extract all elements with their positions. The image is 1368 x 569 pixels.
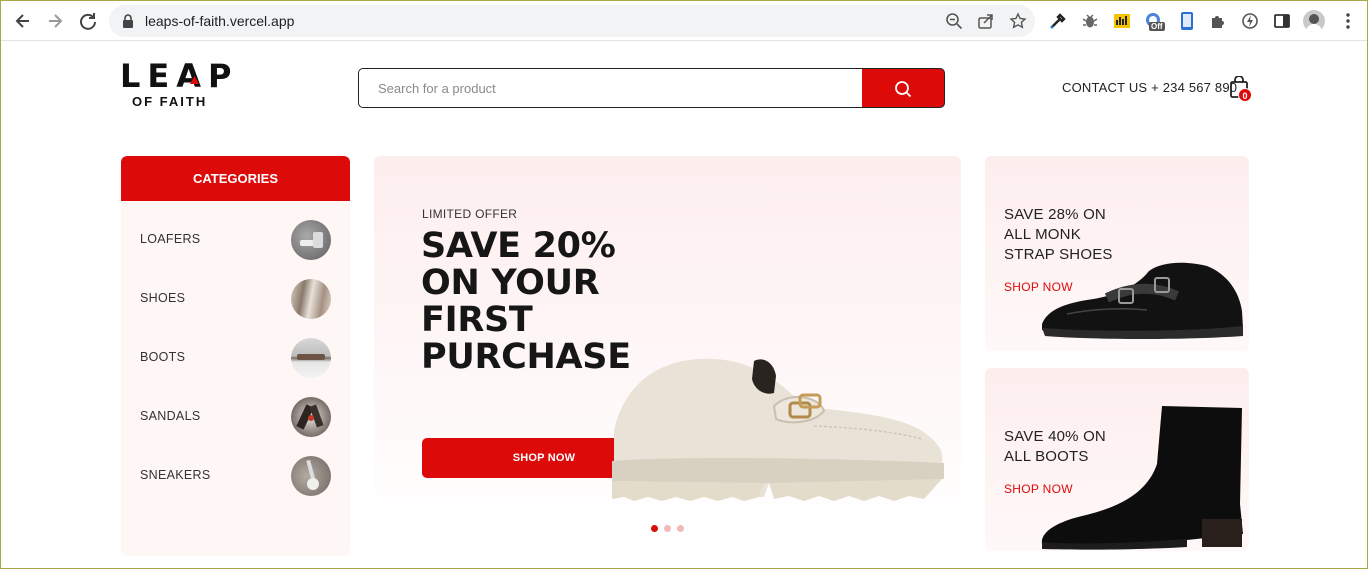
menu-icon[interactable] <box>1338 11 1358 31</box>
monk-strap-shoe-image <box>1042 262 1243 339</box>
promo-card-monk-strap[interactable]: SAVE 28% ON ALL MONK STRAP SHOES SHOP NO… <box>985 156 1249 351</box>
contact-info[interactable]: CONTACT US + 234 567 890 <box>1062 80 1237 95</box>
hero-banner: LIMITED OFFER SAVE 20% ON YOUR FIRST PUR… <box>374 156 961 541</box>
chart-icon[interactable] <box>1112 11 1132 31</box>
category-item-loafers[interactable]: LOAFERS <box>121 216 350 266</box>
browser-toolbar: leaps-of-faith.vercel.app Off <box>1 1 1367 41</box>
category-label: SNEAKERS <box>140 468 211 482</box>
promo-card-boots[interactable]: SAVE 40% ON ALL BOOTS SHOP NOW <box>985 368 1249 551</box>
cart-count-badge: 0 <box>1238 88 1252 102</box>
zoom-icon[interactable] <box>945 12 963 30</box>
category-item-sandals[interactable]: SANDALS <box>121 393 350 443</box>
carousel-dot-1[interactable] <box>651 525 658 532</box>
category-label: SANDALS <box>140 409 201 423</box>
back-icon[interactable] <box>13 11 33 31</box>
search-input[interactable] <box>358 68 864 108</box>
search-icon <box>895 81 912 98</box>
sidepanel-icon[interactable] <box>1272 11 1292 31</box>
ext-off-badge: Off <box>1149 22 1165 31</box>
logo-main: LEAP <box>120 57 239 95</box>
loafer-shoe-image <box>612 358 944 501</box>
category-thumbnail <box>291 397 331 437</box>
bolt-icon[interactable] <box>1240 11 1260 31</box>
ext-off-icon[interactable]: Off <box>1144 11 1165 31</box>
category-thumbnail <box>291 279 331 319</box>
category-thumbnail <box>291 338 331 378</box>
carousel-dot-2[interactable] <box>664 525 671 532</box>
categories-header: CATEGORIES <box>121 156 350 201</box>
category-label: SHOES <box>140 291 186 305</box>
search-button[interactable] <box>862 68 945 108</box>
category-thumbnail <box>291 220 331 260</box>
ext-phone-icon[interactable] <box>1177 11 1197 31</box>
eyedropper-icon[interactable] <box>1048 11 1068 31</box>
bug-icon[interactable] <box>1080 11 1100 31</box>
cart-button[interactable]: 0 <box>1229 76 1253 102</box>
black-boot-image <box>1041 406 1243 550</box>
puzzle-icon[interactable] <box>1208 11 1228 31</box>
logo-sub: OF FAITH <box>132 94 208 109</box>
reload-icon[interactable] <box>78 11 98 31</box>
search-bar <box>358 68 945 108</box>
lock-icon[interactable] <box>121 13 135 29</box>
category-thumbnail <box>291 456 331 496</box>
url-text[interactable]: leaps-of-faith.vercel.app <box>145 13 294 29</box>
hero-title: SAVE 20% ON YOUR FIRST PURCHASE <box>421 226 631 377</box>
avatar-icon[interactable] <box>1303 10 1325 32</box>
logo-triangle-icon <box>190 76 199 84</box>
forward-icon[interactable] <box>45 11 65 31</box>
address-bar[interactable]: leaps-of-faith.vercel.app <box>109 5 1035 37</box>
category-item-shoes[interactable]: SHOES <box>121 275 350 325</box>
category-item-sneakers[interactable]: SNEAKERS <box>121 452 350 502</box>
star-icon[interactable] <box>1009 12 1027 30</box>
categories-panel: CATEGORIES LOAFERS SHOES BOOTS SANDALS S… <box>121 156 350 556</box>
browser-window: leaps-of-faith.vercel.app Off LEAP OF FA… <box>0 0 1368 569</box>
category-label: BOOTS <box>140 350 186 364</box>
category-item-boots[interactable]: BOOTS <box>121 334 350 384</box>
share-icon[interactable] <box>977 12 995 30</box>
carousel-dot-3[interactable] <box>677 525 684 532</box>
site-logo[interactable]: LEAP OF FAITH <box>120 57 245 113</box>
category-label: LOAFERS <box>140 232 201 246</box>
hero-tag: LIMITED OFFER <box>422 207 518 221</box>
